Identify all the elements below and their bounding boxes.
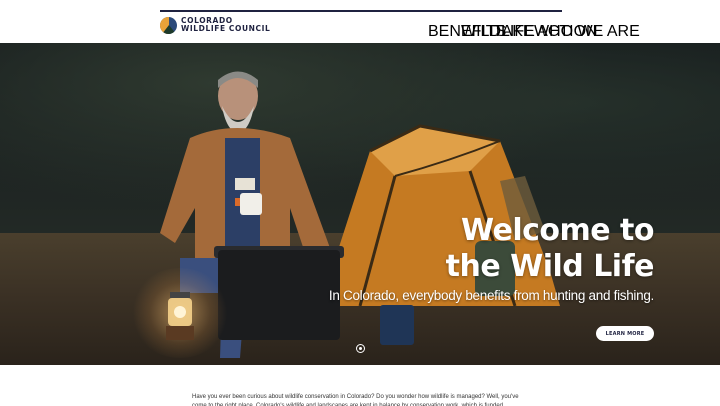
- coffee-pot: [380, 305, 414, 345]
- hero-title-line-2: the Wild Life: [445, 249, 655, 284]
- nav-who-we-are[interactable]: WHO WE ARE: [534, 23, 640, 41]
- logo-wordmark: COLORADO WILDLIFE COUNCIL: [181, 17, 270, 33]
- hero-subtitle: In Colorado, everybody benefits from hun…: [328, 288, 654, 303]
- logo-emblem-icon: [160, 16, 177, 34]
- carousel-indicator[interactable]: [356, 344, 365, 353]
- hero-title: Welcome to the Wild Life: [394, 213, 655, 285]
- header-top-rule: [160, 10, 562, 12]
- intro-paragraph: Have you ever been curious about wildlif…: [192, 394, 519, 406]
- hero-banner: Welcome to the Wild Life In Colorado, ev…: [0, 43, 720, 365]
- cooler: [218, 250, 340, 340]
- site-header: COLORADO WILDLIFE COUNCIL BENEFITS WILDL…: [0, 0, 720, 43]
- site-logo[interactable]: COLORADO WILDLIFE COUNCIL: [160, 16, 270, 34]
- logo-line-2: WILDLIFE COUNCIL: [181, 24, 271, 33]
- lantern-icon: [166, 292, 194, 340]
- hero-title-line-1: Welcome to: [460, 213, 655, 248]
- learn-more-button[interactable]: LEARN MORE: [596, 326, 654, 341]
